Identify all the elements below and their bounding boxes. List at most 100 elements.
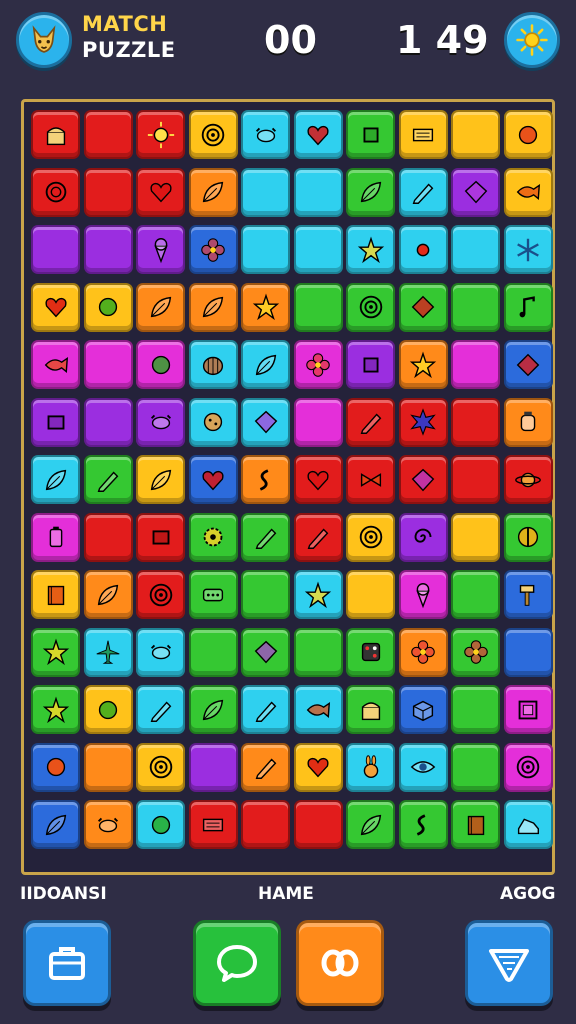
board-tile[interactable] <box>136 225 185 274</box>
board-tile[interactable] <box>188 685 238 734</box>
shield-button[interactable] <box>465 920 553 1006</box>
board-tile[interactable] <box>188 627 238 677</box>
board-tile[interactable] <box>31 512 80 562</box>
board-tile[interactable] <box>31 282 80 332</box>
board-tile[interactable] <box>398 512 448 562</box>
board-tile[interactable] <box>31 800 80 849</box>
board-tile[interactable] <box>398 110 448 159</box>
board-tile[interactable] <box>451 225 500 274</box>
board-tile[interactable] <box>346 340 395 389</box>
board-tile[interactable] <box>241 627 290 677</box>
board-tile[interactable] <box>503 167 553 217</box>
board-tile[interactable] <box>241 340 290 389</box>
board-tile[interactable] <box>503 512 553 562</box>
board-tile[interactable] <box>451 282 500 332</box>
board-tile[interactable] <box>188 110 238 159</box>
board-tile[interactable] <box>398 570 448 619</box>
board-tile[interactable] <box>346 110 395 159</box>
board-tile[interactable] <box>451 110 500 159</box>
board-tile[interactable] <box>398 455 448 504</box>
board-tile[interactable] <box>31 627 80 677</box>
board-tile[interactable] <box>83 685 133 734</box>
board-tile[interactable] <box>293 167 343 217</box>
board-tile[interactable] <box>346 397 395 447</box>
board-tile[interactable] <box>451 800 500 849</box>
board-tile[interactable] <box>293 340 343 389</box>
board-tile[interactable] <box>398 340 448 389</box>
chat-button[interactable] <box>193 920 281 1006</box>
board-tile[interactable] <box>188 167 238 217</box>
board-tile[interactable] <box>293 397 343 447</box>
board-tile[interactable] <box>241 110 290 159</box>
board-tile[interactable] <box>31 340 80 389</box>
board-tile[interactable] <box>188 397 238 447</box>
board-tile[interactable] <box>503 800 553 849</box>
board-tile[interactable] <box>451 685 500 734</box>
board-tile[interactable] <box>83 282 133 332</box>
board-tile[interactable] <box>346 455 395 504</box>
board-tile[interactable] <box>83 110 133 159</box>
board-tile[interactable] <box>83 225 133 274</box>
board-tile[interactable] <box>241 685 290 734</box>
board-tile[interactable] <box>83 340 133 389</box>
board-tile[interactable] <box>398 627 448 677</box>
board-tile[interactable] <box>31 110 80 159</box>
board-tile[interactable] <box>398 225 448 274</box>
board-tile[interactable] <box>398 800 448 849</box>
board-tile[interactable] <box>241 397 290 447</box>
board-tile[interactable] <box>188 570 238 619</box>
board-tile[interactable] <box>293 800 343 849</box>
board-tile[interactable] <box>136 627 185 677</box>
board-tile[interactable] <box>188 455 238 504</box>
link-button[interactable] <box>296 920 384 1006</box>
board-tile[interactable] <box>83 742 133 792</box>
board-tile[interactable] <box>503 627 553 677</box>
board-tile[interactable] <box>346 570 395 619</box>
board-tile[interactable] <box>346 512 395 562</box>
board-tile[interactable] <box>293 225 343 274</box>
board-tile[interactable] <box>188 282 238 332</box>
board-tile[interactable] <box>293 282 343 332</box>
board-tile[interactable] <box>451 570 500 619</box>
board-tile[interactable] <box>503 397 553 447</box>
board-tile[interactable] <box>188 225 238 274</box>
board-tile[interactable] <box>83 570 133 619</box>
board-tile[interactable] <box>503 340 553 389</box>
inventory-button[interactable] <box>23 920 111 1006</box>
board-tile[interactable] <box>398 742 448 792</box>
board-tile[interactable] <box>83 800 133 849</box>
board-tile[interactable] <box>136 340 185 389</box>
board-tile[interactable] <box>83 397 133 447</box>
board-tile[interactable] <box>31 742 80 792</box>
board-tile[interactable] <box>136 397 185 447</box>
board-tile[interactable] <box>346 225 395 274</box>
board-tile[interactable] <box>241 742 290 792</box>
board-tile[interactable] <box>503 282 553 332</box>
board-tile[interactable] <box>346 167 395 217</box>
board-tile[interactable] <box>136 685 185 734</box>
board-tile[interactable] <box>31 455 80 504</box>
board-tile[interactable] <box>293 512 343 562</box>
board-tile[interactable] <box>241 167 290 217</box>
board-tile[interactable] <box>503 570 553 619</box>
board-tile[interactable] <box>241 800 290 849</box>
board-tile[interactable] <box>188 800 238 849</box>
board-tile[interactable] <box>83 167 133 217</box>
board-tile[interactable] <box>136 110 185 159</box>
board-tile[interactable] <box>451 455 500 504</box>
board-tile[interactable] <box>241 225 290 274</box>
board-tile[interactable] <box>241 455 290 504</box>
board-tile[interactable] <box>503 225 553 274</box>
board-tile[interactable] <box>31 167 80 217</box>
board-tile[interactable] <box>451 397 500 447</box>
board-tile[interactable] <box>346 627 395 677</box>
board-tile[interactable] <box>293 742 343 792</box>
board-tile[interactable] <box>293 627 343 677</box>
board-tile[interactable] <box>451 742 500 792</box>
board-tile[interactable] <box>346 282 395 332</box>
board-tile[interactable] <box>136 167 185 217</box>
board-tile[interactable] <box>241 512 290 562</box>
board-tile[interactable] <box>451 167 500 217</box>
board-tile[interactable] <box>241 282 290 332</box>
board-tile[interactable] <box>398 167 448 217</box>
